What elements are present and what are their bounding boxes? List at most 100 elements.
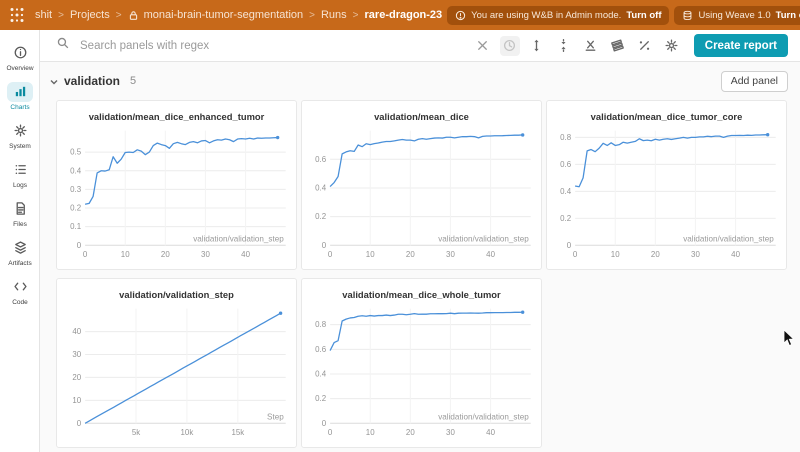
y-tick-label: 0.6 <box>315 345 327 354</box>
search-icon <box>56 36 70 55</box>
lock-icon <box>128 10 139 21</box>
line-chart: 00.10.20.30.40.5010203040validation/vali… <box>57 101 296 269</box>
y-tick-label: 10 <box>72 396 81 405</box>
create-report-button[interactable]: Create report <box>694 34 788 57</box>
x-tick-label: 10k <box>181 428 194 437</box>
y-tick-label: 0.8 <box>560 133 572 142</box>
x-tick-label: 5k <box>132 428 140 437</box>
y-tick-label: 40 <box>72 327 81 336</box>
panel-search-input[interactable] <box>78 39 467 53</box>
x-tick-label: 0 <box>328 428 333 437</box>
section-title[interactable]: validation <box>64 74 120 88</box>
expand-panels-icon[interactable] <box>527 36 547 56</box>
main-content: validation 5 Add panel 00.10.20.30.40.50… <box>40 62 800 452</box>
code-icon <box>7 277 33 297</box>
chart-panel[interactable]: 0102030405k10k15kStepvalidation/validati… <box>56 278 297 448</box>
breadcrumb-separator: > <box>309 10 315 21</box>
x-axis-label: validation/validation_step <box>193 234 284 243</box>
breadcrumb-separator: > <box>58 10 64 21</box>
sidebar-item-logs[interactable]: Logs <box>0 155 40 193</box>
weave-banner[interactable]: Using Weave 1.0 Turn off <box>674 6 800 25</box>
y-tick-label: 30 <box>72 350 81 359</box>
clear-search-icon[interactable] <box>473 36 493 56</box>
panel-search-toolbar: Create report <box>40 30 800 62</box>
breadcrumb-user[interactable]: shit <box>35 9 52 21</box>
x-tick-label: 30 <box>201 250 210 259</box>
breadcrumb-runs[interactable]: Runs <box>321 9 347 21</box>
run-sidebar: Overview ChartsSystemLogs Files Artifacts Co… <box>0 30 40 452</box>
sidebar-item-files[interactable]: Files <box>0 194 40 232</box>
x-tick-label: 20 <box>406 428 415 437</box>
collapse-panels-icon[interactable] <box>554 36 574 56</box>
info-icon <box>7 43 33 63</box>
y-tick-label: 0.2 <box>560 214 571 223</box>
sidebar-item-label: Overview <box>6 65 33 72</box>
weave-notice-text: Using Weave 1.0 <box>698 10 770 21</box>
breadcrumb-projects[interactable]: Projects <box>70 9 110 21</box>
x-tick-label: 20 <box>161 250 170 259</box>
settings-gear-icon[interactable] <box>662 36 682 56</box>
y-tick-label: 0.2 <box>70 204 81 213</box>
chart-title: validation/mean_dice_tumor_core <box>591 112 743 122</box>
outliers-icon[interactable] <box>635 36 655 56</box>
section-header: validation 5 Add panel <box>40 62 800 100</box>
sidebar-item-code[interactable]: Code <box>0 272 40 310</box>
admin-turn-off-button[interactable]: Turn off <box>626 10 661 21</box>
x-tick-label: 40 <box>486 428 495 437</box>
sidebar-item-label: Code <box>12 299 28 306</box>
x-tick-label: 30 <box>446 250 455 259</box>
x-axis-icon[interactable] <box>581 36 601 56</box>
breadcrumb-run-name[interactable]: rare-dragon-23 <box>365 9 443 21</box>
chart-panel[interactable]: 00.20.40.60.8010203040validation/validat… <box>546 100 787 270</box>
x-tick-label: 40 <box>731 250 740 259</box>
y-tick-label: 0 <box>322 419 327 428</box>
chart-title: validation/mean_dice <box>374 112 469 122</box>
alert-circle-icon <box>455 10 466 21</box>
x-tick-label: 10 <box>366 250 375 259</box>
x-tick-label: 10 <box>121 250 130 259</box>
list-icon <box>7 160 33 180</box>
x-tick-label: 40 <box>486 250 495 259</box>
y-tick-label: 0 <box>322 241 327 250</box>
sidebar-item-artifacts[interactable]: Artifacts <box>0 233 40 271</box>
weave-turn-off-button[interactable]: Turn off <box>776 10 800 21</box>
layers-icon <box>7 238 33 258</box>
y-tick-label: 20 <box>72 373 81 382</box>
chevron-down-icon[interactable] <box>48 75 60 87</box>
admin-notice-text: You are using W&B in Admin mode. <box>471 10 621 21</box>
chart-title: validation/mean_dice_enhanced_tumor <box>89 112 265 122</box>
y-tick-label: 0.4 <box>315 184 327 193</box>
bar-chart-icon <box>7 82 33 102</box>
x-tick-label: 0 <box>83 250 88 259</box>
chart-panel[interactable]: 00.20.40.60.8010203040validation/validat… <box>301 278 542 448</box>
add-panel-button[interactable]: Add panel <box>721 71 788 92</box>
x-tick-label: 30 <box>691 250 700 259</box>
sidebar-item-overview[interactable]: Overview <box>0 38 40 76</box>
x-axis-label: validation/validation_step <box>683 234 774 243</box>
line-chart: 00.20.40.6010203040validation/validation… <box>302 101 541 269</box>
panel-settings-icon[interactable] <box>608 36 628 56</box>
y-tick-label: 0 <box>77 241 82 250</box>
y-tick-label: 0.2 <box>315 394 326 403</box>
y-tick-label: 0.5 <box>70 148 82 157</box>
x-tick-label: 10 <box>611 250 620 259</box>
x-tick-label: 30 <box>446 428 455 437</box>
y-tick-label: 0.6 <box>560 160 572 169</box>
y-tick-label: 0.1 <box>70 222 81 231</box>
x-axis-label: validation/validation_step <box>438 234 529 243</box>
history-icon[interactable] <box>500 36 520 56</box>
admin-mode-banner[interactable]: You are using W&B in Admin mode. Turn of… <box>447 6 669 25</box>
chart-panel[interactable]: 00.20.40.6010203040validation/validation… <box>301 100 542 270</box>
wandb-logo-icon[interactable] <box>8 6 26 24</box>
chart-panel[interactable]: 00.10.20.30.40.5010203040validation/vali… <box>56 100 297 270</box>
sidebar-item-charts[interactable]: Charts <box>0 77 40 115</box>
x-axis-label: Step <box>267 412 284 421</box>
section-panel-count: 5 <box>130 75 136 87</box>
line-chart: 00.20.40.60.8010203040validation/validat… <box>547 101 786 269</box>
y-tick-label: 0.4 <box>560 187 572 196</box>
y-tick-label: 0 <box>567 241 572 250</box>
sidebar-item-system[interactable]: System <box>0 116 40 154</box>
breadcrumb-project[interactable]: monai-brain-tumor-segmentation <box>144 9 304 21</box>
x-tick-label: 0 <box>328 250 333 259</box>
sidebar-item-label: Files <box>13 221 27 228</box>
